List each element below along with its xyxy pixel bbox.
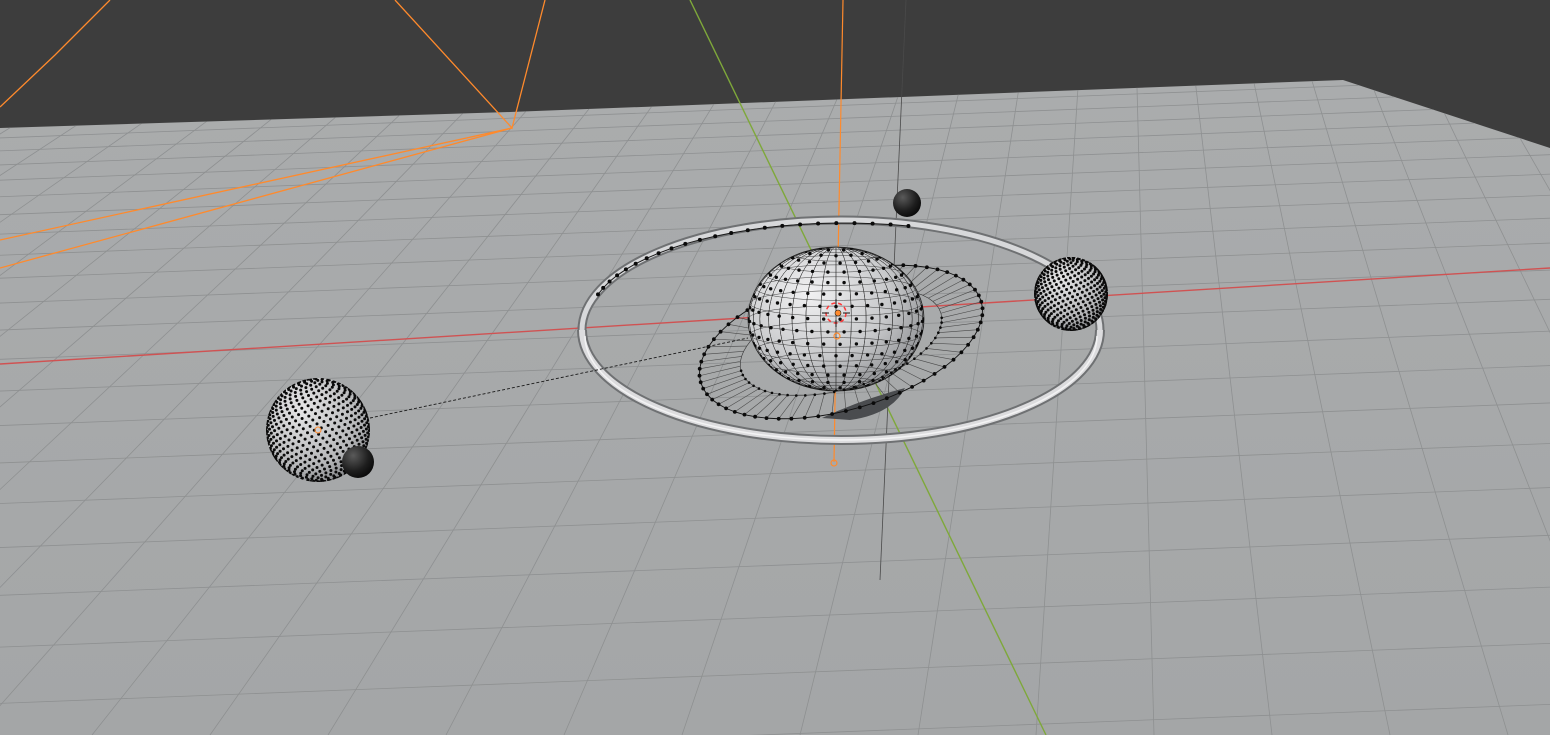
3d-viewport[interactable] bbox=[0, 0, 1550, 735]
small-moon-top[interactable] bbox=[893, 189, 921, 217]
small-moon-left[interactable] bbox=[342, 446, 374, 478]
viewport-canvas[interactable] bbox=[0, 0, 1550, 735]
planet-origin-point[interactable] bbox=[834, 309, 842, 317]
ground-plane[interactable] bbox=[0, 80, 1550, 735]
